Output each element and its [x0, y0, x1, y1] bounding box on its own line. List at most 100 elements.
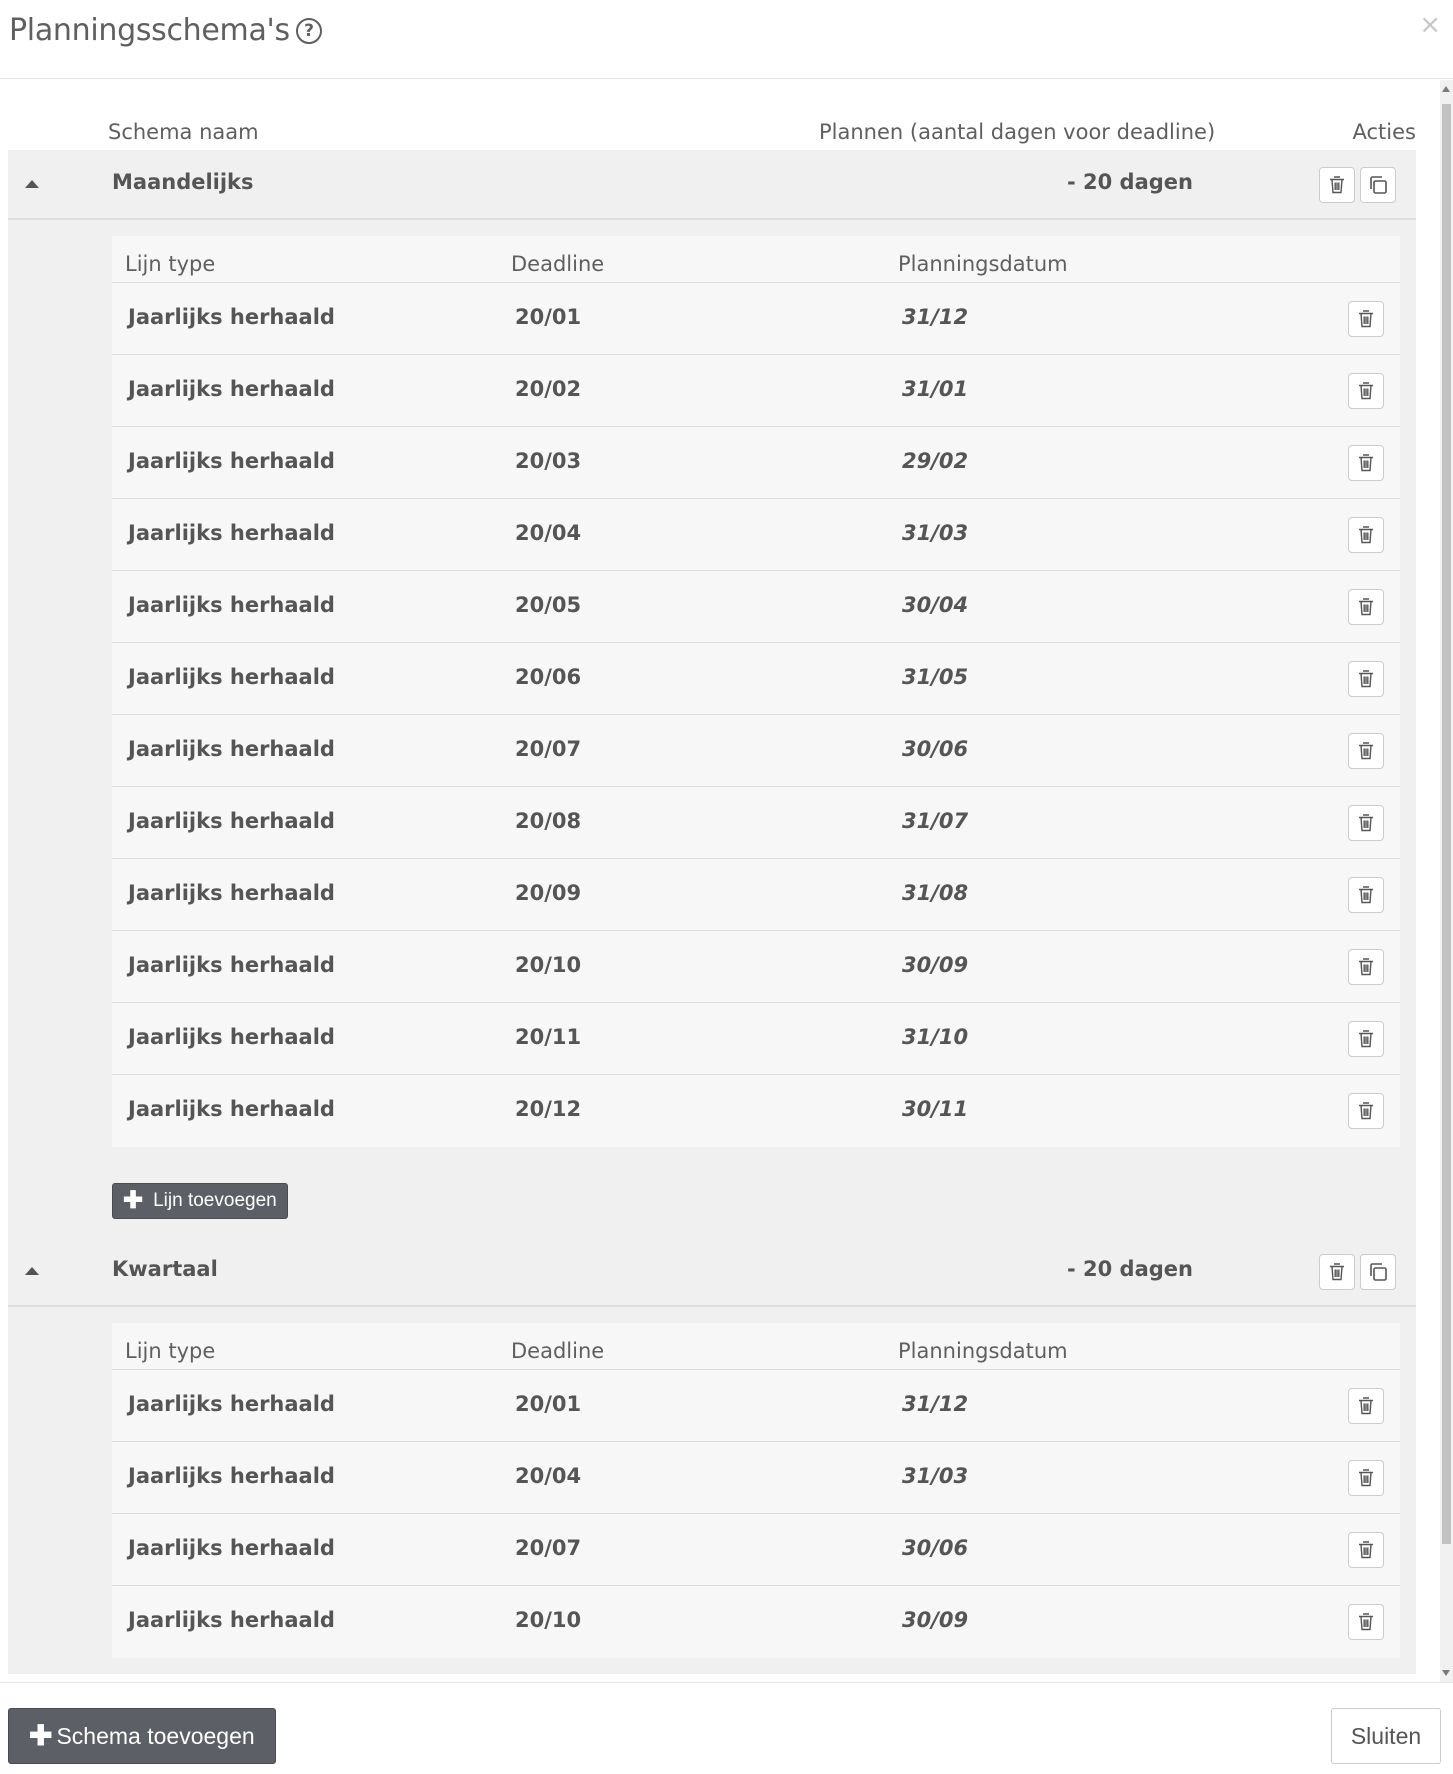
line-type: Jaarlijks herhaald [128, 1025, 335, 1049]
schema-days: - 20 dagen [1067, 1257, 1193, 1281]
add-line-button[interactable]: ✚ Lijn toevoegen [112, 1183, 288, 1219]
delete-line-button[interactable] [1348, 1460, 1384, 1496]
column-header-actions: Acties [1352, 120, 1416, 144]
line-deadline: 20/12 [515, 1097, 582, 1121]
line-planning-date: 30/11 [902, 1097, 969, 1121]
line-deadline: 20/09 [515, 881, 582, 905]
line-header-type: Lijn type [125, 1339, 216, 1363]
delete-line-button[interactable] [1348, 301, 1384, 337]
lines-wrapper: Lijn type Deadline Planningsdatum Jaarlijks… [8, 220, 1416, 1163]
schema-row: Maandelijks - 20 dagen [8, 150, 1416, 220]
table-row: Jaarlijks herhaald 20/03 29/02 [112, 427, 1400, 499]
plus-icon: ✚ [29, 1720, 53, 1751]
delete-line-button[interactable] [1348, 733, 1384, 769]
line-deadline: 20/11 [515, 1025, 582, 1049]
close-icon[interactable]: × [1419, 12, 1441, 38]
line-planning-date: 30/06 [902, 737, 969, 761]
line-planning-date: 30/09 [902, 1608, 969, 1632]
delete-line-button[interactable] [1348, 1388, 1384, 1424]
trash-icon [1359, 382, 1373, 400]
table-row: Jaarlijks herhaald 20/07 30/06 [112, 715, 1400, 787]
caret-up-icon[interactable] [25, 1267, 39, 1275]
delete-line-button[interactable] [1348, 1604, 1384, 1640]
copy-schema-button[interactable] [1360, 1254, 1396, 1290]
delete-line-button[interactable] [1348, 1093, 1384, 1129]
vertical-scrollbar[interactable] [1440, 80, 1453, 1682]
copy-icon [1370, 176, 1387, 194]
table-row: Jaarlijks herhaald 20/01 31/12 [112, 283, 1400, 355]
line-header-deadline: Deadline [511, 1339, 605, 1363]
line-header-type: Lijn type [125, 252, 216, 276]
add-schema-label: Schema toevoegen [56, 1722, 255, 1749]
modal-footer: ✚ Schema toevoegen Sluiten [0, 1682, 1453, 1774]
delete-line-button[interactable] [1348, 373, 1384, 409]
trash-icon [1359, 742, 1373, 760]
line-deadline: 20/03 [515, 449, 582, 473]
delete-line-button[interactable] [1348, 877, 1384, 913]
line-deadline: 20/10 [515, 1608, 582, 1632]
line-deadline: 20/07 [515, 737, 582, 761]
line-type: Jaarlijks herhaald [128, 953, 335, 977]
line-planning-date: 31/01 [902, 377, 969, 401]
delete-line-button[interactable] [1348, 1532, 1384, 1568]
table-row: Jaarlijks herhaald 20/04 31/03 [112, 499, 1400, 571]
lines-header: Lijn type Deadline Planningsdatum [112, 236, 1400, 283]
delete-line-button[interactable] [1348, 589, 1384, 625]
table-row: Jaarlijks herhaald 20/10 30/09 [112, 931, 1400, 1003]
scroll-down-icon[interactable] [1442, 1670, 1450, 1676]
delete-schema-button[interactable] [1319, 167, 1355, 203]
line-deadline: 20/02 [515, 377, 582, 401]
line-header-planning: Planningsdatum [898, 252, 1068, 276]
line-planning-date: 31/12 [902, 1392, 969, 1416]
line-planning-date: 31/08 [902, 881, 969, 905]
line-type: Jaarlijks herhaald [128, 305, 335, 329]
delete-line-button[interactable] [1348, 949, 1384, 985]
schema-name: Maandelijks [112, 170, 254, 194]
line-type: Jaarlijks herhaald [128, 1097, 335, 1121]
line-planning-date: 31/12 [902, 305, 969, 329]
question-circle-icon[interactable]: ? [295, 17, 322, 44]
line-type: Jaarlijks herhaald [128, 521, 335, 545]
line-planning-date: 31/03 [902, 1464, 969, 1488]
line-type: Jaarlijks herhaald [128, 1536, 335, 1560]
trash-icon [1359, 886, 1373, 904]
trash-icon [1330, 1263, 1344, 1281]
caret-up-icon[interactable] [25, 180, 39, 188]
scroll-up-icon[interactable] [1442, 86, 1450, 92]
trash-icon [1359, 526, 1373, 544]
trash-icon [1359, 814, 1373, 832]
lines-header: Lijn type Deadline Planningsdatum [112, 1323, 1400, 1370]
schema-row: Kwartaal - 20 dagen [8, 1237, 1416, 1307]
delete-line-button[interactable] [1348, 1021, 1384, 1057]
line-header-planning: Planningsdatum [898, 1339, 1068, 1363]
delete-line-button[interactable] [1348, 805, 1384, 841]
lines-wrapper: Lijn type Deadline Planningsdatum Jaarlijks… [8, 1307, 1416, 1674]
table-row: Jaarlijks herhaald 20/06 31/05 [112, 643, 1400, 715]
line-type: Jaarlijks herhaald [128, 1392, 335, 1416]
column-headers: Schema naam Plannen (aantal dagen voor d… [8, 80, 1416, 150]
table-row: Jaarlijks herhaald 20/02 31/01 [112, 355, 1400, 427]
line-deadline: 20/08 [515, 809, 582, 833]
delete-schema-button[interactable] [1319, 1254, 1355, 1290]
add-schema-button[interactable]: ✚ Schema toevoegen [8, 1708, 276, 1764]
trash-icon [1359, 1102, 1373, 1120]
copy-schema-button[interactable] [1360, 167, 1396, 203]
close-button[interactable]: Sluiten [1331, 1708, 1441, 1764]
trash-icon [1359, 958, 1373, 976]
table-row: Jaarlijks herhaald 20/11 31/10 [112, 1003, 1400, 1075]
table-row: Jaarlijks herhaald 20/10 30/09 [112, 1586, 1400, 1658]
line-type: Jaarlijks herhaald [128, 737, 335, 761]
scrollbar-thumb[interactable] [1442, 104, 1451, 1544]
delete-line-button[interactable] [1348, 661, 1384, 697]
modal-title: Planningsschema's ? [9, 13, 322, 48]
add-line-label: Lijn toevoegen [153, 1190, 277, 1211]
delete-line-button[interactable] [1348, 517, 1384, 553]
schema-name: Kwartaal [112, 1257, 218, 1281]
copy-icon [1370, 1263, 1387, 1281]
modal-title-text: Planningsschema's [9, 13, 290, 48]
delete-line-button[interactable] [1348, 445, 1384, 481]
schema-list: Schema naam Plannen (aantal dagen voor d… [8, 80, 1416, 1674]
plus-icon: ✚ [123, 1187, 144, 1214]
line-type: Jaarlijks herhaald [128, 593, 335, 617]
table-row: Jaarlijks herhaald 20/05 30/04 [112, 571, 1400, 643]
